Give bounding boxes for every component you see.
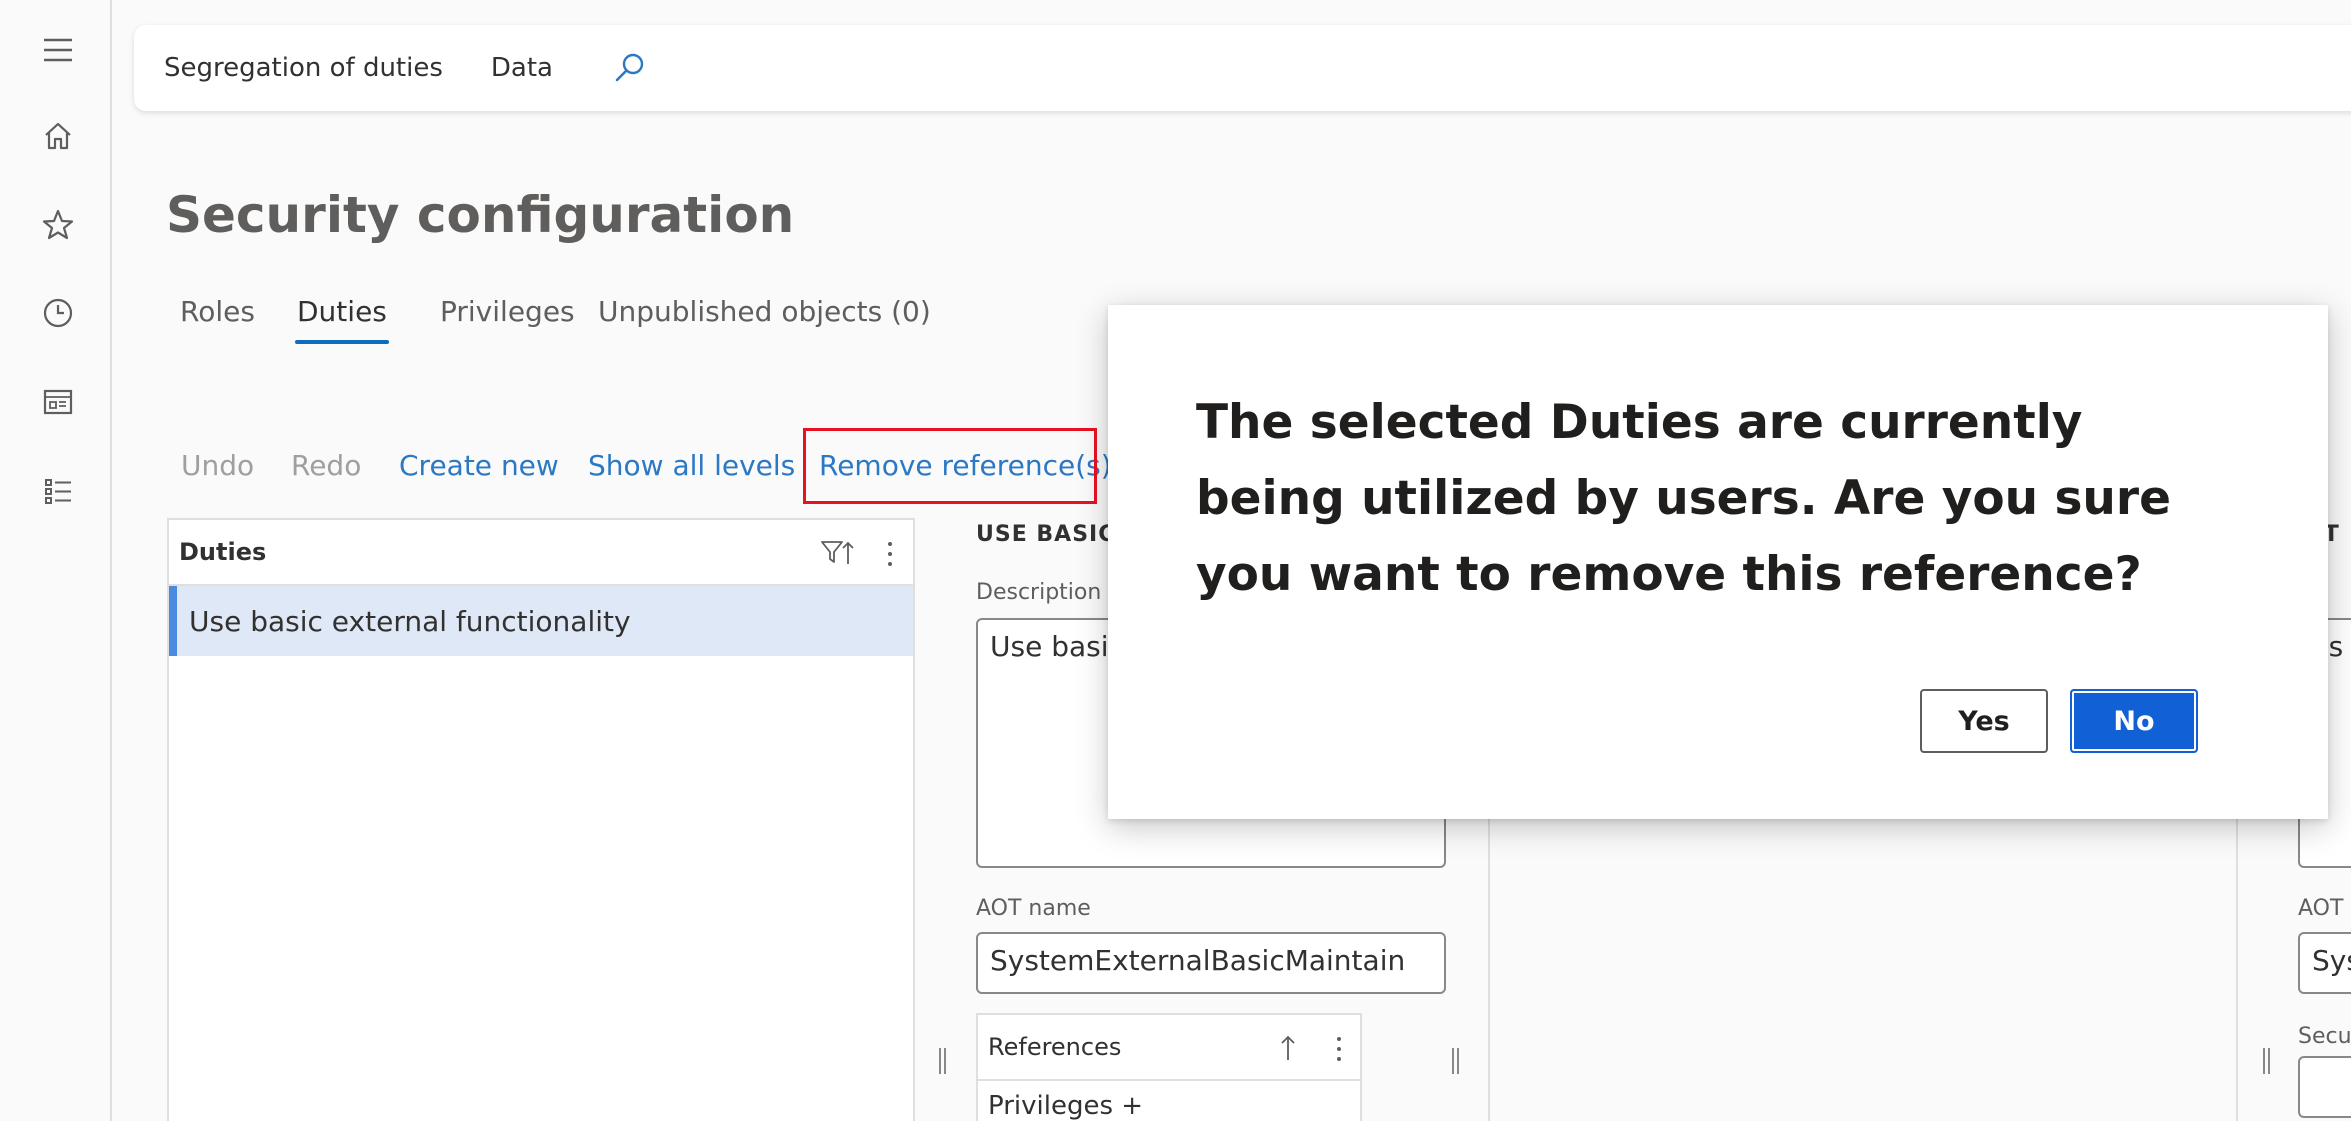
highlight-annotation-box (803, 428, 1097, 504)
panel-splitter-middle[interactable] (1451, 1048, 1461, 1074)
confirmation-dialog: The selected Duties are currently being … (1108, 305, 2328, 819)
home-icon[interactable] (30, 108, 86, 164)
top-navigation-bar: Segregation of duties Data (134, 25, 2351, 111)
right-security-label: Secu (2298, 1024, 2351, 1049)
tab-roles[interactable]: Roles (166, 292, 269, 344)
panel-splitter-left[interactable] (938, 1048, 948, 1074)
dialog-message: The selected Duties are currently being … (1196, 395, 2171, 602)
references-grid-header: References (978, 1015, 1360, 1081)
breadcrumb-data[interactable]: Data (491, 53, 553, 83)
sort-ascending-icon[interactable] (1278, 1033, 1298, 1063)
references-column-header[interactable]: References (988, 1033, 1121, 1061)
show-all-levels-button[interactable]: Show all levels (588, 446, 795, 486)
workspaces-icon[interactable] (30, 374, 86, 430)
references-grid: References Privileges + (976, 1013, 1362, 1121)
undo-button[interactable]: Undo (181, 446, 254, 486)
panel-splitter-right[interactable] (2262, 1048, 2272, 1074)
no-button[interactable]: No (2070, 689, 2198, 753)
app-root: Segregation of duties Data Security conf… (0, 0, 2351, 1121)
breadcrumb-segregation-of-duties[interactable]: Segregation of duties (164, 53, 443, 83)
more-options-icon[interactable] (881, 538, 899, 570)
right-aot-name-label: AOT (2298, 896, 2344, 921)
tab-duties[interactable]: Duties (283, 292, 401, 344)
panel-divider-right (2236, 800, 2238, 1121)
tab-unpublished-objects[interactable]: Unpublished objects (0) (584, 292, 945, 344)
nav-rail (0, 0, 112, 1121)
right-aot-name-field[interactable]: Sys (2298, 932, 2351, 994)
more-options-icon[interactable] (1330, 1033, 1348, 1065)
references-item-privileges[interactable]: Privileges + (978, 1081, 1360, 1121)
redo-button[interactable]: Redo (291, 446, 361, 486)
aot-name-field[interactable]: SystemExternalBasicMaintain (976, 932, 1446, 994)
filter-sort-icon[interactable] (819, 538, 855, 568)
aot-name-label: AOT name (976, 896, 1091, 921)
create-new-button[interactable]: Create new (399, 446, 559, 486)
section-heading: USE BASIC (976, 522, 1116, 547)
tab-privileges[interactable]: Privileges (426, 292, 589, 344)
hamburger-menu-icon[interactable] (30, 22, 86, 78)
recent-clock-icon[interactable] (30, 285, 86, 341)
favorites-star-icon[interactable] (30, 197, 86, 253)
panel-divider (1488, 800, 1490, 1121)
duties-grid-header: Duties (169, 520, 913, 586)
duties-grid: Duties Use basic external functionality (167, 518, 915, 1121)
yes-button[interactable]: Yes (1920, 689, 2048, 753)
right-security-field[interactable] (2298, 1056, 2351, 1118)
description-label: Description (976, 580, 1102, 605)
page-title: Security configuration (166, 186, 795, 244)
modules-list-icon[interactable] (30, 463, 86, 519)
duties-column-header[interactable]: Duties (179, 538, 266, 566)
duties-grid-row[interactable]: Use basic external functionality (169, 586, 913, 656)
search-icon[interactable] (611, 49, 649, 87)
